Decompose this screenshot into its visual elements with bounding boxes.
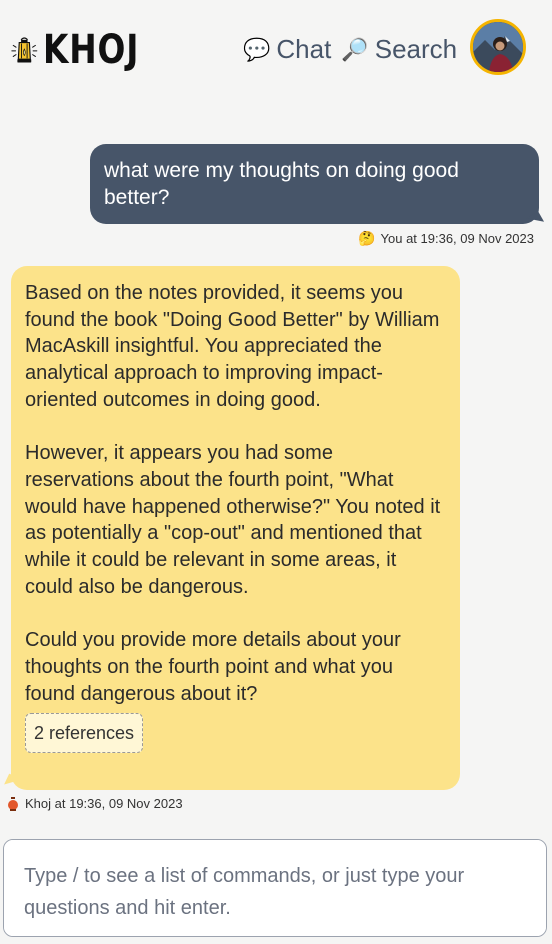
logo-wordmark: KHOJ: [42, 27, 139, 73]
khoj-message-paragraph: Could you provide more details about you…: [25, 629, 401, 705]
khoj-logo[interactable]: KHOJ: [10, 18, 160, 82]
khoj-message-timestamp: Khoj at 19:36, 09 Nov 2023: [25, 796, 183, 811]
user-message-timestamp: You at 19:36, 09 Nov 2023: [380, 231, 534, 246]
top-nav: 💬 Chat 🔎 Search: [243, 34, 457, 65]
nav-search-label: Search: [374, 34, 458, 64]
user-avatar[interactable]: [470, 19, 526, 75]
lantern-icon: [11, 37, 38, 63]
speech-bubble-icon: 💬: [243, 36, 271, 62]
khoj-message-paragraph: Based on the notes provided, it seems yo…: [25, 282, 440, 411]
user-message-text: what were my thoughts on doing good bett…: [104, 159, 459, 209]
user-message-bubble: what were my thoughts on doing good bett…: [90, 144, 539, 224]
nav-chat-link[interactable]: 💬 Chat: [243, 34, 331, 65]
nav-search-link[interactable]: 🔎 Search: [341, 34, 457, 65]
lantern-icon: [8, 796, 18, 811]
references-button[interactable]: 2 references: [25, 713, 144, 754]
chat-input[interactable]: [3, 839, 547, 937]
profile-photo-icon: [473, 22, 523, 72]
khoj-message-meta: Khoj at 19:36, 09 Nov 2023: [7, 796, 183, 811]
nav-chat-label: Chat: [276, 34, 332, 64]
magnifier-icon: 🔎: [341, 36, 369, 62]
chat-page: KHOJ 💬 Chat 🔎 Search what were my though…: [0, 0, 552, 944]
khoj-message-bubble: Based on the notes provided, it seems yo…: [11, 266, 460, 790]
user-message-meta: 🤔 You at 19:36, 09 Nov 2023: [358, 230, 534, 247]
thinking-face-icon: 🤔: [358, 230, 376, 246]
khoj-message-paragraph: However, it appears you had some reserva…: [25, 442, 441, 598]
